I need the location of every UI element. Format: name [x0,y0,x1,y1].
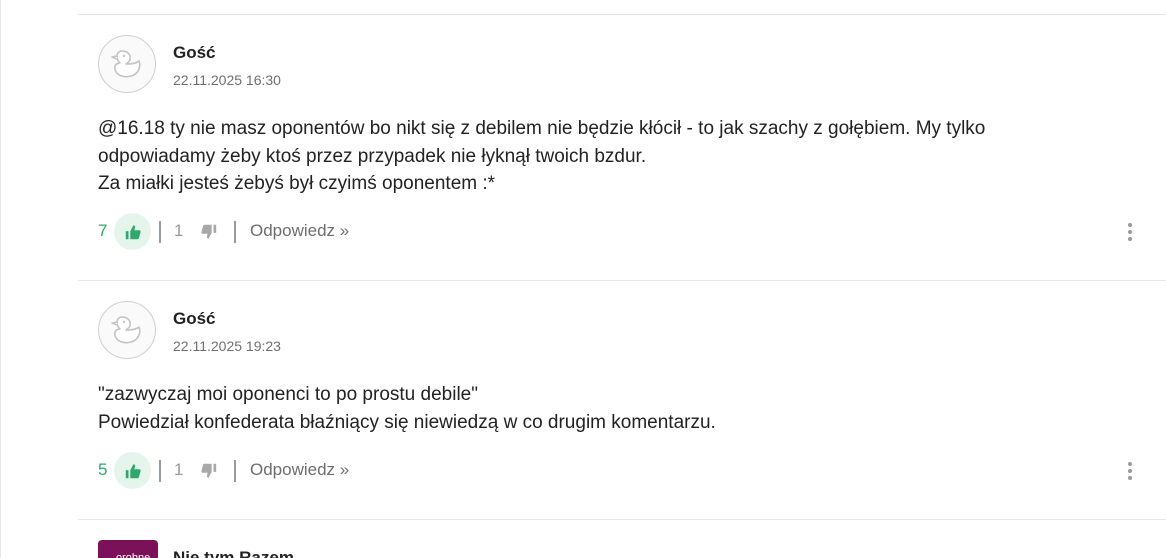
comment-item: Gość 22.11.2025 16:30 @16.18 ty nie masz… [98,35,1148,265]
comment-actions: 5 1 Odpowiedz » [98,452,1148,490]
comment-author: Nie tym Razem [173,548,294,558]
action-separator [234,460,236,482]
thumbs-down-icon [201,224,217,239]
comment-divider [78,14,1166,15]
comment-divider [78,519,1166,520]
comment-actions: 7 1 Odpowiedz » [98,213,1148,251]
comment-text-line: @16.18 ty nie masz oponentów bo nikt się… [98,118,986,167]
downvote-count: 1 [174,460,184,479]
comment-author: Gość [173,43,216,62]
duck-icon [111,316,141,344]
more-options-button[interactable] [1120,217,1140,247]
avatar-label: orobne [116,552,151,558]
vertical-dots-icon [1128,223,1132,241]
left-border [0,0,1,558]
reply-link[interactable]: Odpowiedz » [250,460,349,480]
comment-author: Gość [173,309,216,328]
comment-item: Gość 22.11.2025 19:23 "zazwyczaj moi opo… [98,301,1148,511]
more-options-button[interactable] [1120,456,1140,486]
upvote-count: 7 [98,221,108,240]
avatar[interactable] [98,35,156,93]
avatar[interactable] [98,301,156,359]
vertical-dots-icon [1128,462,1132,480]
comment-text-line: Powiedział konfederata błaźniący się nie… [98,411,716,433]
action-separator [159,460,161,482]
comment-date: 22.11.2025 19:23 [173,338,281,354]
downvote-count: 1 [174,221,184,240]
action-separator [159,221,161,243]
duck-icon [111,50,141,78]
comment-item: orobne Nie tym Razem [98,540,1148,558]
downvote-button[interactable] [194,456,224,486]
upvote-button[interactable] [114,213,151,250]
comment-date: 22.11.2025 16:30 [173,72,281,88]
thumbs-down-icon [201,463,217,478]
avatar[interactable]: orobne [98,540,158,558]
comment-body: "zazwyczaj moi oponenci to po prostu deb… [98,381,1058,436]
comment-text-line: "zazwyczaj moi oponenci to po prostu deb… [98,384,478,405]
comment-text-line: Za miałki jesteś żebyś był czyimś oponen… [98,173,496,194]
action-separator [234,221,236,243]
comments-page: Gość 22.11.2025 16:30 @16.18 ty nie masz… [0,0,1166,558]
thumbs-up-icon [125,224,141,239]
comment-divider [78,280,1166,281]
upvote-count: 5 [98,460,108,479]
comment-body: @16.18 ty nie masz oponentów bo nikt się… [98,115,1058,198]
reply-link[interactable]: Odpowiedz » [250,221,349,241]
upvote-button[interactable] [114,452,151,489]
thumbs-up-icon [125,463,141,478]
downvote-button[interactable] [194,217,224,247]
